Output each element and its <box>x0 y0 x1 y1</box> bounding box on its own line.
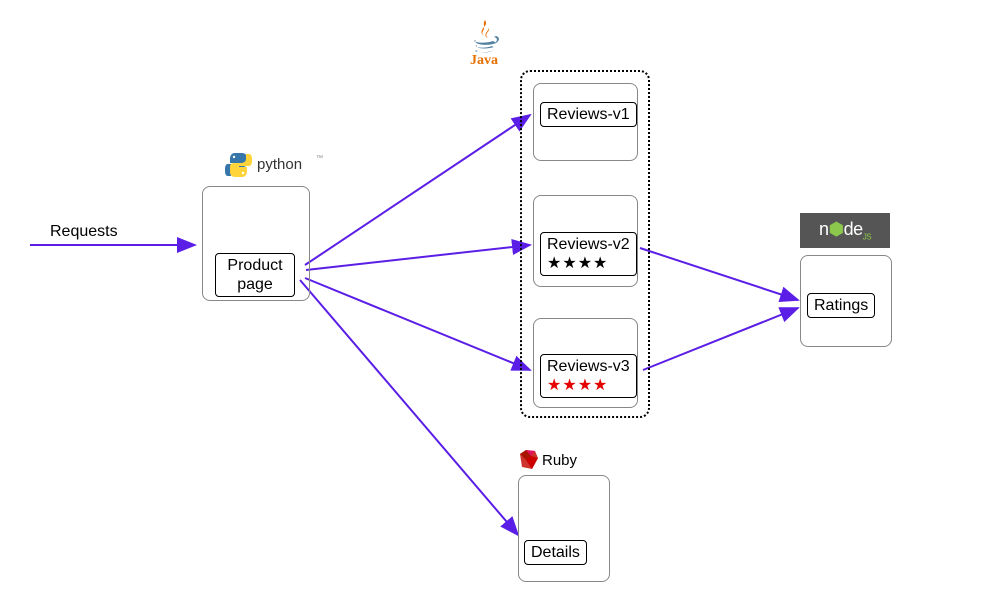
ruby-logo-icon: Ruby <box>517 448 587 478</box>
ratings-label: Ratings <box>807 293 875 318</box>
java-logo-icon: Java <box>458 18 513 71</box>
details-label: Details <box>524 540 587 565</box>
star-rating-icon: ★★★★ <box>547 377 608 394</box>
python-logo-icon: python ™ <box>225 150 325 185</box>
details-service-box <box>518 475 610 582</box>
svg-text:Java: Java <box>470 53 498 66</box>
product-page-label: Product page <box>215 253 295 297</box>
reviews-v3-label: Reviews-v3 ★★★★ <box>540 354 637 398</box>
svg-text:™: ™ <box>316 155 323 162</box>
reviews-v1-label: Reviews-v1 <box>540 102 637 127</box>
reviews-v2-label: Reviews-v2 ★★★★ <box>540 232 637 276</box>
star-rating-icon: ★★★★ <box>547 255 608 272</box>
nodejs-logo-icon: n⬢deJS <box>800 213 890 248</box>
svg-text:Ruby: Ruby <box>542 452 578 469</box>
svg-text:python: python <box>257 156 302 173</box>
requests-label: Requests <box>50 223 118 241</box>
